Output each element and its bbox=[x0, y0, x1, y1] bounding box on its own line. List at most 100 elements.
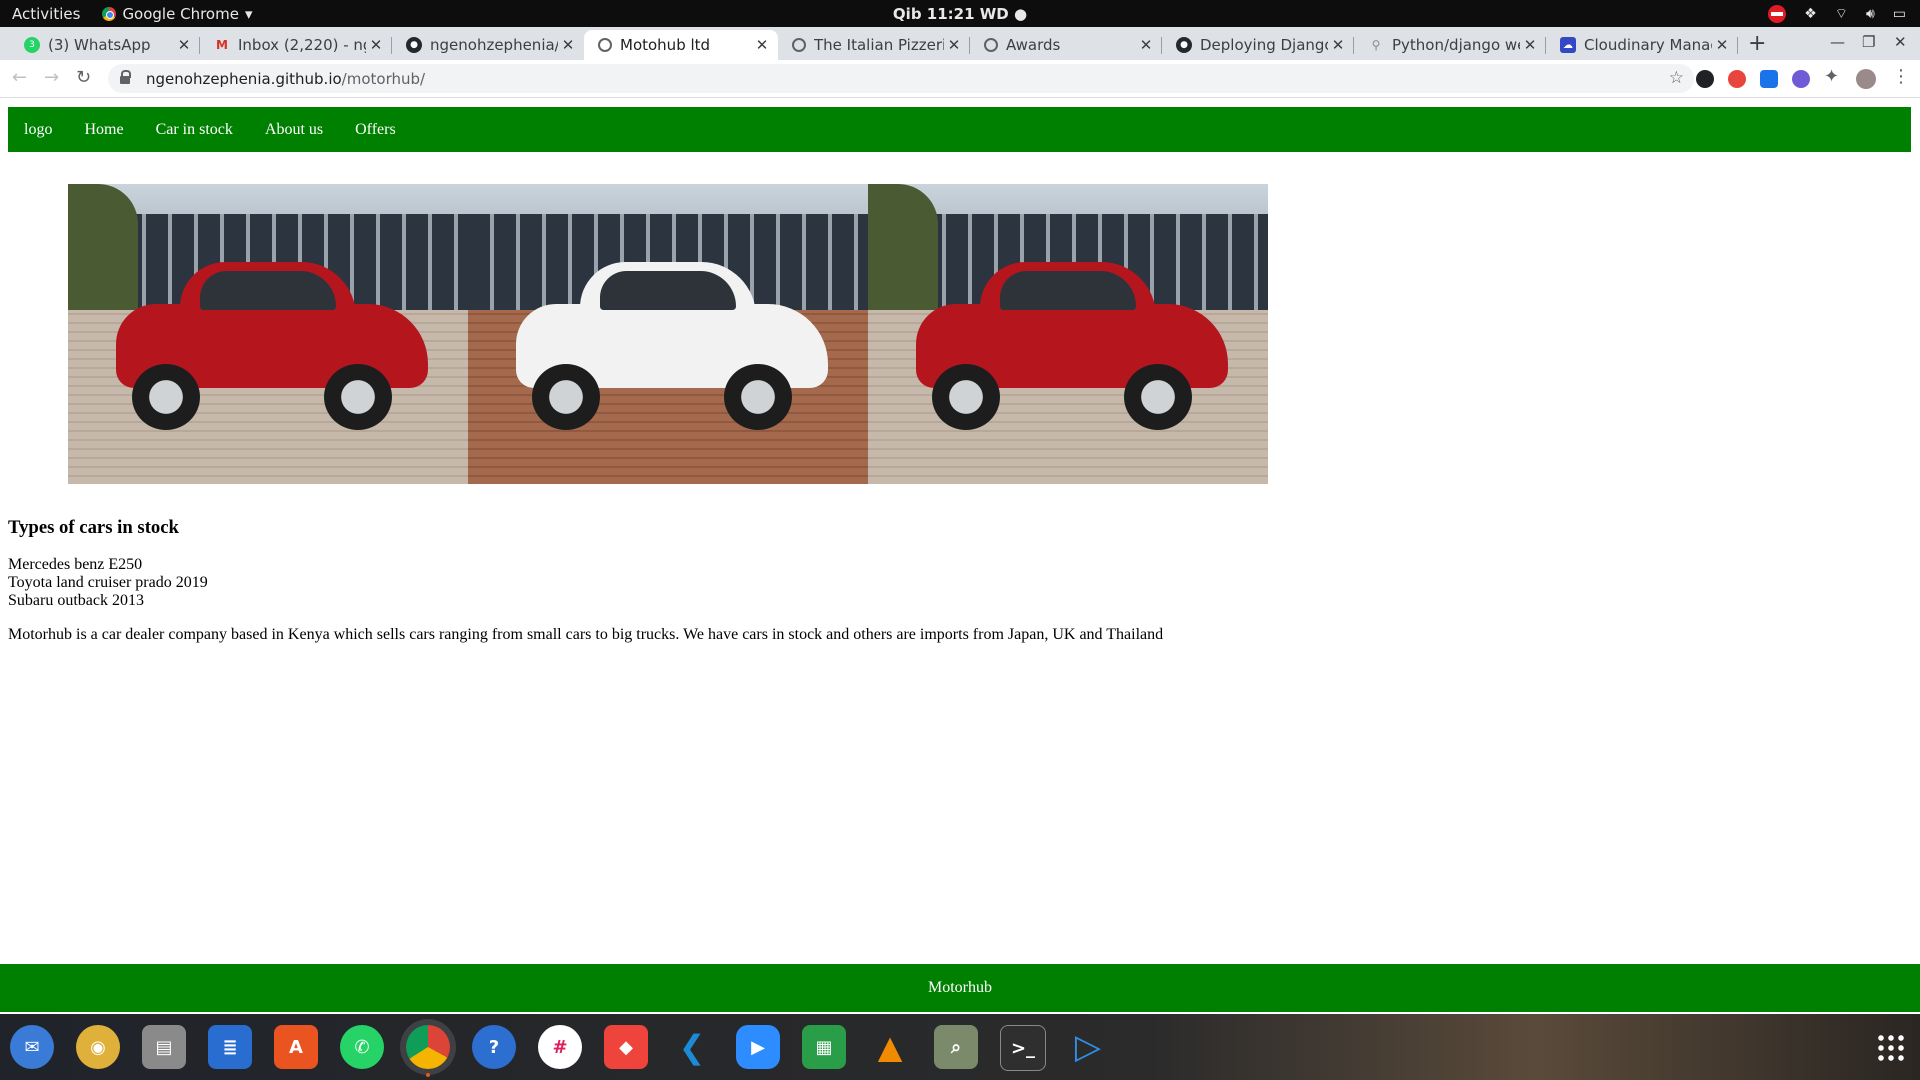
terminal-icon[interactable]: >_ bbox=[1000, 1025, 1046, 1071]
close-icon[interactable]: ✕ bbox=[366, 36, 386, 54]
system-top-bar: Activities Google Chrome ▾ Qib 11:21 WD … bbox=[0, 0, 1920, 27]
close-icon[interactable]: ✕ bbox=[1520, 36, 1540, 54]
url-host: ngenohzephenia.github.io bbox=[146, 69, 342, 88]
slack-icon[interactable]: # bbox=[538, 1025, 582, 1069]
tab-italian-pizzeria[interactable]: The Italian Pizzeria ✕ bbox=[778, 30, 970, 60]
stock-item: Subaru outback 2013 bbox=[8, 592, 144, 609]
site-footer: Motorhub bbox=[0, 964, 1920, 1012]
nav-home[interactable]: Home bbox=[84, 121, 123, 139]
close-icon[interactable]: ✕ bbox=[752, 36, 772, 54]
zoom-icon[interactable]: ▶ bbox=[736, 1025, 780, 1069]
tab-python-django[interactable]: ⚲ Python/django we ✕ bbox=[1354, 30, 1546, 60]
car-image-red-mercedes bbox=[868, 184, 1268, 484]
close-icon[interactable]: ✕ bbox=[174, 36, 194, 54]
tab-title: Awards bbox=[1006, 36, 1061, 54]
bookmark-star-icon[interactable]: ☆ bbox=[1669, 68, 1684, 88]
volume-icon[interactable]: 🔊︎ bbox=[1866, 6, 1875, 22]
do-not-disturb-icon[interactable] bbox=[1768, 4, 1787, 23]
stock-item: Toyota land cruiser prado 2019 bbox=[8, 574, 208, 591]
github-icon: ● bbox=[406, 37, 422, 53]
restore-icon[interactable]: ❐ bbox=[1862, 33, 1875, 51]
image-viewer-icon[interactable]: ⌕ bbox=[934, 1025, 978, 1069]
activities-button[interactable]: Activities bbox=[12, 5, 80, 23]
extensions-puzzle-icon[interactable]: ✦ bbox=[1824, 66, 1839, 87]
chevron-down-icon: ▾ bbox=[244, 4, 253, 23]
car-image-red-mercedes bbox=[68, 184, 468, 484]
avatar[interactable] bbox=[1856, 69, 1876, 89]
window-close-icon[interactable]: ✕ bbox=[1894, 33, 1907, 51]
system-tray[interactable]: ❖ ⌔ 🔊︎ ▭ bbox=[1768, 4, 1906, 23]
chrome-icon bbox=[102, 6, 117, 21]
tab-title: Deploying Django bbox=[1200, 36, 1328, 54]
tab-cloudinary[interactable]: ☁ Cloudinary Manag ✕ bbox=[1546, 30, 1738, 60]
vscode-icon[interactable]: ❮ bbox=[670, 1025, 714, 1069]
globe-icon bbox=[984, 38, 998, 52]
files-icon[interactable]: ▤ bbox=[142, 1025, 186, 1069]
show-applications-icon[interactable] bbox=[1876, 1033, 1906, 1063]
tab-awards[interactable]: Awards ✕ bbox=[970, 30, 1162, 60]
minimize-icon[interactable]: — bbox=[1830, 33, 1845, 51]
writer-icon[interactable]: ≣ bbox=[208, 1025, 252, 1069]
help-icon[interactable]: ? bbox=[472, 1025, 516, 1069]
software-icon[interactable]: A bbox=[274, 1025, 318, 1069]
car-gallery bbox=[68, 184, 1268, 484]
address-bar[interactable]: ngenohzephenia.github.io/motorhub/ ☆ bbox=[108, 64, 1694, 93]
menu-kebab-icon[interactable]: ⋮ bbox=[1892, 66, 1910, 87]
tab-strip: 3 (3) WhatsApp ✕ M Inbox (2,220) - ngeno… bbox=[0, 27, 1920, 60]
battery-icon[interactable]: ▭ bbox=[1893, 6, 1906, 22]
dock: ✉ ◉ ▤ ≣ A ✆ ? # ◆ ❮ ▶ ▦ ▲ ⌕ >_ ▷ bbox=[0, 1014, 1920, 1080]
nav-offers[interactable]: Offers bbox=[355, 121, 396, 139]
app-menu-label: Google Chrome bbox=[122, 4, 239, 23]
tab-whatsapp[interactable]: 3 (3) WhatsApp ✕ bbox=[10, 30, 200, 60]
vlc-icon[interactable]: ▲ bbox=[868, 1025, 912, 1069]
tab-motohub[interactable]: Motohub ltd ✕ bbox=[584, 30, 778, 60]
tab-deploying-django[interactable]: ● Deploying Django ✕ bbox=[1162, 30, 1354, 60]
stock-list: Mercedes benz E250 Toyota land cruiser p… bbox=[8, 556, 208, 610]
extension-icon[interactable] bbox=[1696, 70, 1714, 88]
clock[interactable]: Qib 11:21 WD ● bbox=[893, 5, 1027, 23]
tab-gmail[interactable]: M Inbox (2,220) - ngeno ✕ bbox=[200, 30, 392, 60]
python-icon: ⚲ bbox=[1371, 38, 1381, 52]
nav-about-us[interactable]: About us bbox=[265, 121, 323, 139]
app-menu[interactable]: Google Chrome ▾ bbox=[102, 5, 252, 23]
close-icon[interactable]: ✕ bbox=[944, 36, 964, 54]
footer-text: Motorhub bbox=[928, 979, 992, 996]
wifi-icon[interactable]: ⌔ bbox=[1835, 5, 1848, 23]
stock-item: Mercedes benz E250 bbox=[8, 556, 143, 573]
back-button[interactable]: ← bbox=[12, 67, 27, 88]
nav-logo[interactable]: logo bbox=[24, 121, 52, 139]
extension-icon[interactable] bbox=[1792, 70, 1810, 88]
forward-button[interactable]: → bbox=[44, 67, 59, 88]
tab-title: Motohub ltd bbox=[620, 36, 711, 54]
car-image-white-mercedes bbox=[468, 184, 868, 484]
tab-title: The Italian Pizzeria bbox=[814, 36, 944, 54]
stock-heading: Types of cars in stock bbox=[8, 517, 179, 538]
whatsapp-icon: 3 bbox=[24, 37, 40, 53]
gmail-icon: M bbox=[216, 38, 228, 52]
extension-icon[interactable] bbox=[1728, 70, 1746, 88]
whatsapp-icon[interactable]: ✆ bbox=[340, 1025, 384, 1069]
anydesk-icon[interactable]: ◆ bbox=[604, 1025, 648, 1069]
globe-icon bbox=[598, 38, 612, 52]
running-indicator bbox=[426, 1073, 430, 1077]
nav-car-in-stock[interactable]: Car in stock bbox=[156, 121, 233, 139]
tab-github-repo[interactable]: ● ngenohzephenia/mo ✕ bbox=[392, 30, 584, 60]
tab-divider bbox=[1737, 37, 1738, 54]
calc-icon[interactable]: ▦ bbox=[802, 1025, 846, 1069]
tab-title: Python/django we bbox=[1392, 36, 1520, 54]
player-icon[interactable]: ▷ bbox=[1066, 1025, 1110, 1069]
lock-icon[interactable] bbox=[120, 69, 131, 84]
close-icon[interactable]: ✕ bbox=[1712, 36, 1732, 54]
new-tab-button[interactable]: + bbox=[1748, 31, 1766, 56]
close-icon[interactable]: ✕ bbox=[1328, 36, 1348, 54]
reload-button[interactable]: ↻ bbox=[76, 67, 91, 88]
rhythmbox-icon[interactable]: ◉ bbox=[76, 1025, 120, 1069]
close-icon[interactable]: ✕ bbox=[558, 36, 578, 54]
browser-toolbar: ← → ↻ ngenohzephenia.github.io/motorhub/… bbox=[0, 60, 1920, 98]
chrome-icon[interactable] bbox=[406, 1025, 450, 1077]
close-icon[interactable]: ✕ bbox=[1136, 36, 1156, 54]
tab-title: Cloudinary Manag bbox=[1584, 36, 1712, 54]
extension-search-icon[interactable] bbox=[1760, 70, 1778, 88]
app-indicator-icon[interactable]: ❖ bbox=[1804, 6, 1817, 22]
thunderbird-icon[interactable]: ✉ bbox=[10, 1025, 54, 1069]
